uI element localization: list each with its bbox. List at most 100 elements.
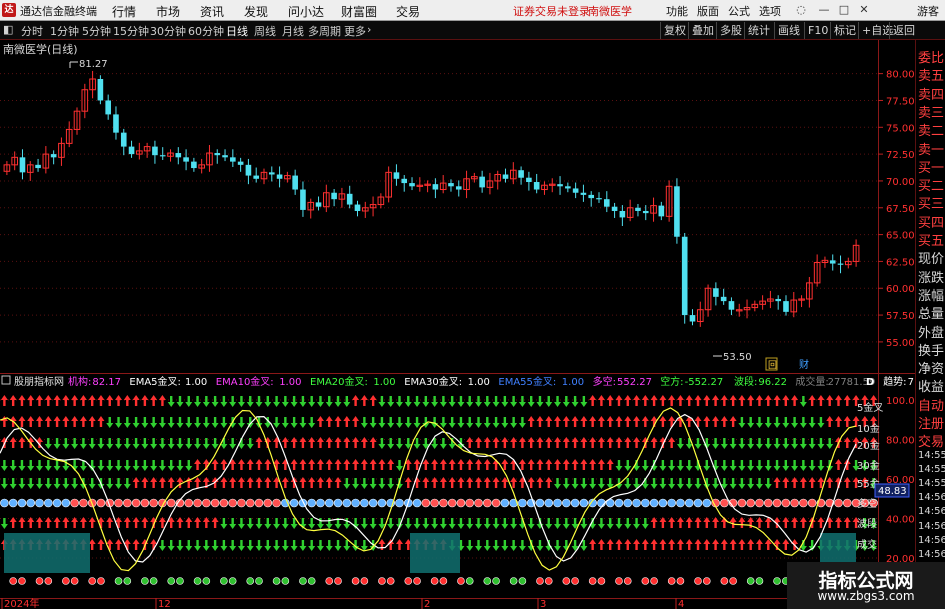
candle	[206, 144, 213, 172]
close-icon[interactable]: ✕	[856, 2, 872, 18]
side-panel-item[interactable]: 现价	[918, 248, 944, 267]
candle	[720, 288, 727, 305]
side-panel-item[interactable]: 卖五	[918, 65, 944, 84]
indicator-tick-label: 80.00	[886, 436, 915, 447]
period-1min[interactable]: 1分钟	[50, 23, 79, 39]
side-panel-item[interactable]: 收益	[918, 376, 944, 395]
period-daily[interactable]: 日线	[226, 23, 248, 39]
btn-tongji[interactable]: 统计	[744, 22, 773, 39]
price-tick-label: 75.00	[886, 123, 915, 134]
btn-f10[interactable]: F10	[804, 22, 831, 39]
menu-banmian[interactable]: 版面	[697, 3, 719, 19]
menu-jiaoyi[interactable]: 交易	[396, 3, 420, 20]
candle	[167, 149, 174, 162]
side-panel-item[interactable]: 买一	[918, 157, 944, 176]
candle-body-down	[292, 175, 298, 190]
side-panel-item[interactable]: 自动	[918, 395, 944, 414]
bull-circle-icon	[737, 498, 747, 508]
side-panel-item[interactable]: 卖三	[918, 102, 944, 121]
side-panel-item[interactable]: 注册	[918, 413, 944, 432]
candle	[603, 191, 610, 213]
period-60min[interactable]: 60分钟	[188, 23, 224, 39]
cross-circle-icon	[518, 577, 527, 585]
candle	[611, 202, 618, 218]
side-panel-item[interactable]: 卖一	[918, 139, 944, 158]
menu-zixun[interactable]: 资讯	[200, 3, 224, 20]
period-15min[interactable]: 15分钟	[113, 23, 149, 39]
side-panel-item[interactable]: 14:56	[918, 549, 945, 560]
candle-body-down	[588, 194, 595, 199]
menu-faxian[interactable]: 发现	[244, 3, 268, 20]
cross-circle-icon	[281, 577, 290, 585]
candle-body-down	[35, 164, 41, 169]
side-panel-item[interactable]: 14:56	[918, 535, 945, 546]
cross-circle-icon	[588, 577, 597, 585]
skin-icon[interactable]: ◌	[793, 2, 809, 18]
maximize-icon[interactable]: □	[836, 2, 852, 18]
menu-caifuquan[interactable]: 财富圈	[341, 3, 377, 20]
cross-circle-icon	[141, 577, 149, 585]
side-panel-item[interactable]: 总量	[918, 303, 944, 322]
btn-fuquan[interactable]: 复权	[660, 22, 689, 39]
side-panel-item[interactable]: 14:55	[918, 464, 945, 475]
candlestick-chart[interactable]: 80.00 77.50 75.00 72.50 70.00 67.50 65.00 62.50…	[0, 40, 915, 373]
side-panel-item[interactable]: 14:55	[918, 478, 945, 489]
menu-gongshi[interactable]: 公式	[728, 3, 750, 19]
side-panel-item[interactable]: 净资	[918, 358, 944, 377]
side-panel-item[interactable]: 14:56	[918, 521, 945, 532]
side-panel-item[interactable]: 涨跌	[918, 267, 944, 286]
stock-name-link[interactable]: 南微医学	[588, 3, 632, 19]
price-tick-label: 67.50	[886, 204, 915, 215]
side-panel-item[interactable]: 14:55	[918, 450, 945, 461]
candle	[143, 142, 151, 158]
menu-hangqing[interactable]: 行情	[112, 3, 136, 20]
period-weekly[interactable]: 周线	[254, 23, 276, 39]
side-panel-item[interactable]: 买三	[918, 193, 944, 212]
side-panel-item[interactable]: 买五	[918, 230, 944, 249]
side-panel-item[interactable]: 换手	[918, 340, 944, 359]
side-panel-item[interactable]: 14:56	[918, 492, 945, 503]
bear-circle-icon	[500, 498, 510, 508]
candle-body-down	[268, 172, 275, 175]
chevron-right-icon[interactable]: ›	[367, 23, 371, 36]
candle	[260, 168, 268, 185]
guest-login[interactable]: 游客	[917, 3, 939, 19]
side-panel-item[interactable]: 涨幅	[918, 285, 944, 304]
indicator-chart[interactable]: 100.0080.0060.0040.0020.005金叉10金20金30金55…	[0, 373, 915, 609]
side-panel-item[interactable]: 买二	[918, 175, 944, 194]
candle	[665, 180, 673, 222]
period-30min[interactable]: 30分钟	[150, 23, 186, 39]
period-multi[interactable]: 多周期	[308, 23, 341, 39]
btn-duogu[interactable]: 多股	[716, 22, 745, 39]
side-panel-item[interactable]: 卖四	[918, 84, 944, 103]
candle-body-down	[393, 172, 400, 179]
minimize-icon[interactable]: —	[816, 2, 832, 18]
btn-back[interactable]: 返回	[889, 22, 918, 39]
bull-circle-icon	[70, 498, 79, 508]
side-panel-item[interactable]: 委比	[918, 47, 944, 66]
menu-gongneng[interactable]: 功能	[666, 3, 688, 19]
period-fenshi[interactable]: 分时	[21, 23, 43, 39]
side-panel-item[interactable]: 外盘	[918, 322, 944, 341]
menu-xuanxiang[interactable]: 选项	[759, 3, 781, 19]
btn-diejia[interactable]: 叠加	[688, 22, 717, 39]
event-marker-cai[interactable]: 财	[799, 358, 809, 371]
side-panel-item[interactable]: 买四	[918, 212, 944, 231]
collapse-icon[interactable]: ◧	[3, 23, 13, 36]
period-5min[interactable]: 5分钟	[82, 23, 111, 39]
period-more[interactable]: 更多	[344, 23, 366, 39]
side-panel-item[interactable]: 14:56	[918, 506, 945, 517]
period-monthly[interactable]: 月线	[282, 23, 304, 39]
high-price-label: 81.27	[79, 59, 108, 70]
menu-wenxiaoda[interactable]: 问小达	[288, 3, 324, 20]
bull-circle-icon	[447, 498, 457, 508]
btn-biaoji[interactable]: 标记	[830, 22, 859, 39]
menu-shichang[interactable]: 市场	[156, 3, 180, 20]
trade-login-notice[interactable]: 证券交易未登录	[513, 3, 590, 19]
side-panel-item[interactable]: 卖二	[918, 120, 944, 139]
candle-body-down	[245, 164, 252, 176]
btn-huaxian[interactable]: 画线	[774, 22, 803, 39]
cross-circle-icon	[176, 577, 184, 585]
event-marker-hui[interactable]: 回	[765, 357, 778, 371]
side-panel-item[interactable]: 交易	[918, 431, 944, 450]
